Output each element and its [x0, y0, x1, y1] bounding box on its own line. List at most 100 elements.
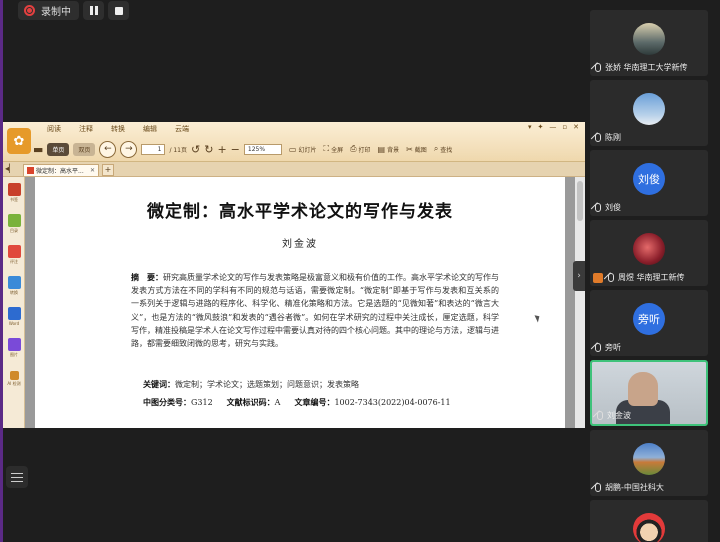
participant-name: 旁听: [605, 343, 621, 352]
participant-tile[interactable]: [590, 500, 708, 542]
participant-name-bar: 旁听: [593, 342, 621, 353]
tool-row: ▬ 单页 双页 ← → 1 / 11页 ↺ ↻ + − 125% ▭ 幻灯片 ⛶ 全…: [33, 138, 585, 160]
window-skin-icon[interactable]: ✦: [538, 123, 544, 131]
recording-bar: 录制中: [18, 0, 129, 21]
document-viewport[interactable]: 微定制：高水平学术论文的写作与发表 刘金波 摘 要：研究高质量学术论文的写作与发…: [25, 177, 575, 428]
image-icon: [7, 337, 21, 351]
paper-author: 刘金波: [282, 239, 318, 250]
participant-tile[interactable]: 胡鹏-中国社科大: [590, 430, 708, 496]
avatar: [633, 513, 665, 542]
background-button[interactable]: ▤ 背景: [378, 145, 400, 154]
window-menu-icon[interactable]: ▾: [528, 123, 532, 131]
search-button[interactable]: ⌕ 查找: [434, 144, 453, 154]
toc-icon: [7, 213, 21, 227]
document-tab[interactable]: 微定制：高水平... ✕: [23, 164, 99, 176]
paper-keywords: 关键词：微定制；学术论文；选题策划；问题意识；发表策略: [143, 379, 503, 390]
window-minimize-icon[interactable]: —: [549, 123, 556, 131]
ai-icon: [9, 370, 19, 380]
mic-icon: [595, 410, 604, 421]
shared-screen: ✿ 阅读 注释 转换 编辑 云端 ▾ ✦ — ▫ ✕ ▬ 单页 双页 ← → 1…: [3, 122, 585, 428]
stop-icon: [114, 6, 123, 15]
side-item-convert[interactable]: 转换: [3, 270, 25, 301]
participant-tile[interactable]: 旁听 旁听: [590, 290, 708, 356]
fullscreen-label: 全屏: [331, 146, 344, 154]
print-button[interactable]: ⎙ 打印: [350, 144, 370, 154]
double-page-button[interactable]: 双页: [73, 142, 96, 156]
participant-name-bar: 刘金波: [595, 410, 631, 421]
doc-code-field: 文献标识码：A: [227, 397, 281, 408]
recording-status[interactable]: 录制中: [18, 1, 79, 20]
participant-tile[interactable]: 刘俊 刘俊: [590, 150, 708, 216]
avatar: [633, 443, 665, 475]
participant-tile[interactable]: 陈刚: [590, 80, 708, 146]
side-item-image[interactable]: 图片: [3, 332, 25, 363]
slideshow-icon: ▭: [288, 144, 297, 154]
reader-menu-tabs: 阅读 注释 转换 编辑 云端: [47, 124, 189, 134]
document-tab-label: 微定制：高水平...: [36, 168, 84, 175]
close-tab-icon[interactable]: ✕: [90, 167, 95, 174]
side-item-comment[interactable]: 评注: [3, 239, 25, 270]
paper-title: 微定制：高水平学术论文的写作与发表: [147, 202, 453, 222]
prev-page-button[interactable]: ←: [99, 140, 117, 158]
pdf-icon: [27, 167, 34, 174]
zoom-out-icon[interactable]: −: [231, 143, 240, 156]
side-item-ai[interactable]: AI 检测: [3, 363, 25, 394]
next-page-button[interactable]: →: [120, 140, 138, 158]
page-number-input[interactable]: 1: [141, 143, 166, 155]
article-no-label: 文章编号：: [294, 397, 335, 407]
scroll-thumb[interactable]: [577, 181, 583, 221]
participant-tile[interactable]: 张娇 华南理工大学新传: [590, 10, 708, 76]
rotate-right-icon[interactable]: ↻: [204, 143, 213, 156]
print-label: 打印: [358, 146, 371, 154]
collapse-panel-button[interactable]: ›: [573, 261, 585, 291]
pause-recording-button[interactable]: [83, 1, 104, 20]
page-total: / 11页: [169, 146, 188, 154]
single-page-button[interactable]: 单页: [47, 142, 70, 156]
sidebar-toggle-icon[interactable]: ◂▏: [5, 164, 15, 173]
participant-name: 刘金波: [607, 411, 631, 420]
window-controls: ▾ ✦ — ▫ ✕: [528, 123, 579, 131]
new-tab-button[interactable]: +: [102, 164, 114, 176]
avatar: [633, 93, 665, 125]
screenshot-button[interactable]: ✂ 截图: [406, 145, 427, 154]
fullscreen-button[interactable]: ⛶ 全屏: [323, 144, 343, 154]
list-icon-line: [11, 480, 23, 482]
list-icon: [11, 472, 23, 474]
menu-tab-read[interactable]: 阅读: [47, 124, 61, 134]
participant-tile[interactable]: 周煜 华南理工新传: [590, 220, 708, 286]
menu-tab-cloud[interactable]: 云端: [175, 124, 189, 134]
window-restore-icon[interactable]: ▫: [562, 123, 567, 131]
side-item-label: AI 检测: [7, 380, 21, 386]
menu-tab-edit[interactable]: 编辑: [143, 124, 157, 134]
menu-tab-convert[interactable]: 转换: [111, 124, 125, 134]
side-item-label: 目录: [10, 227, 18, 233]
rotate-left-icon[interactable]: ↺: [191, 143, 200, 156]
stop-recording-button[interactable]: [108, 1, 129, 20]
participant-tile-active-speaker[interactable]: 刘金波: [590, 360, 708, 426]
reader-logo-icon[interactable]: ✿: [7, 128, 31, 154]
window-close-icon[interactable]: ✕: [573, 123, 579, 131]
printer-icon: ⎙: [350, 144, 357, 153]
mic-muted-icon: [593, 62, 602, 73]
side-item-toc[interactable]: 目录: [3, 208, 25, 239]
side-item-word[interactable]: Word: [3, 301, 25, 332]
menu-tab-annotate[interactable]: 注释: [79, 124, 93, 134]
recording-label: 录制中: [41, 7, 71, 18]
zoom-select[interactable]: 125%: [243, 143, 282, 155]
slideshow-button[interactable]: ▭ 幻灯片: [289, 145, 317, 154]
reader-side-panel: 书签 目录 评注 转换 Word 图片 AI 检测: [3, 177, 25, 428]
participant-name-bar: 张娇 华南理工大学新传: [593, 62, 688, 73]
zoom-in-icon[interactable]: +: [217, 143, 226, 156]
doc-code-label: 文献标识码：: [226, 397, 275, 407]
fullscreen-icon: ⛶: [323, 144, 330, 153]
mic-muted-icon: [606, 272, 615, 283]
side-item-label: 转换: [10, 289, 18, 295]
participant-name: 胡鹏-中国社科大: [605, 483, 664, 492]
document-scrollbar[interactable]: [575, 177, 585, 428]
side-item-bookmark[interactable]: 书签: [3, 177, 25, 208]
document-page: 微定制：高水平学术论文的写作与发表 刘金波 摘 要：研究高质量学术论文的写作与发…: [35, 177, 565, 428]
paper-classification: 中图分类号：G312 文献标识码：A 文章编号：1002-7343(2022)0…: [143, 397, 523, 408]
chat-list-button[interactable]: [6, 466, 28, 488]
folder-icon[interactable]: ▬: [33, 143, 43, 156]
side-item-label: 评注: [10, 258, 18, 264]
